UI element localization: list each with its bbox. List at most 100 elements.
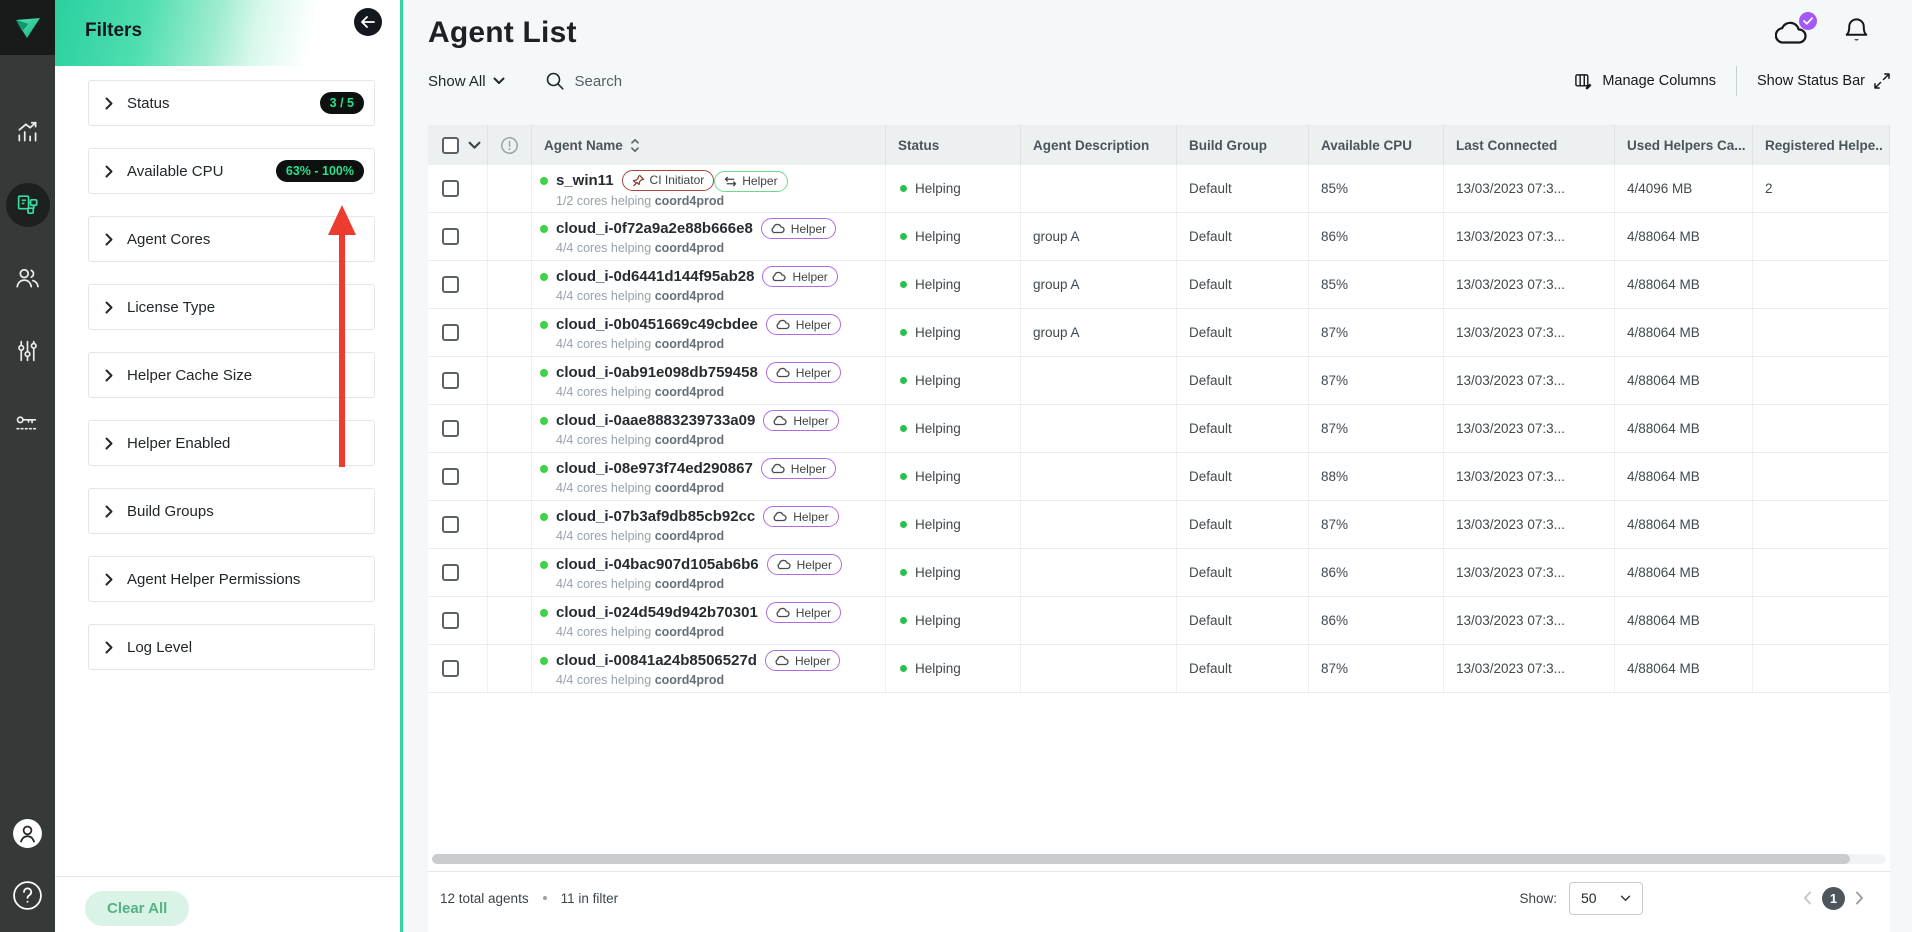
available-cpu-cell: 87% bbox=[1309, 309, 1444, 356]
agent-name-link[interactable]: cloud_i-0aae8883239733a09 bbox=[556, 412, 755, 429]
agent-name-link[interactable]: cloud_i-08e973f74ed290867 bbox=[556, 460, 753, 477]
agent-table: Agent NameStatusAgent DescriptionBuild G… bbox=[428, 125, 1890, 932]
row-checkbox[interactable] bbox=[442, 372, 459, 389]
select-all-checkbox[interactable] bbox=[442, 137, 459, 154]
nav-analytics-icon[interactable] bbox=[0, 95, 55, 168]
used-helpers-cell: 4/88064 MB bbox=[1615, 357, 1753, 404]
table-footer: 12 total agents 11 in filter Show: 50 1 bbox=[428, 871, 1890, 932]
selection-menu-chevron-icon[interactable] bbox=[468, 141, 481, 150]
agent-name-link[interactable]: s_win11 bbox=[556, 172, 614, 189]
column-header-agent-description[interactable]: Agent Description bbox=[1021, 125, 1177, 165]
agent-name-link[interactable]: cloud_i-0ab91e098db759458 bbox=[556, 364, 758, 381]
row-checkbox[interactable] bbox=[442, 228, 459, 245]
column-header-agent-name[interactable]: Agent Name bbox=[532, 125, 886, 165]
clear-all-button[interactable]: Clear All bbox=[85, 891, 189, 926]
scrollbar-thumb[interactable] bbox=[432, 854, 1850, 864]
agent-badges: Helper bbox=[761, 458, 836, 479]
user-avatar[interactable] bbox=[12, 818, 43, 854]
filter-status[interactable]: Status3 / 5 bbox=[88, 80, 375, 126]
row-checkbox[interactable] bbox=[442, 180, 459, 197]
filter-agent-helper-permissions[interactable]: Agent Helper Permissions bbox=[88, 556, 375, 602]
column-label: Used Helpers Ca... bbox=[1627, 138, 1746, 153]
chevron-right-icon bbox=[105, 165, 113, 178]
agent-name-link[interactable]: cloud_i-024d549d942b70301 bbox=[556, 604, 758, 621]
cloud-icon bbox=[776, 367, 791, 378]
filter-agent-cores[interactable]: Agent Cores bbox=[88, 216, 375, 262]
column-header-status[interactable]: Status bbox=[886, 125, 1021, 165]
row-checkbox[interactable] bbox=[442, 564, 459, 581]
row-alert-cell bbox=[488, 261, 532, 308]
help-icon[interactable] bbox=[12, 880, 43, 916]
badge-label: CI Initiator bbox=[650, 173, 705, 187]
helper-badge: Helper bbox=[761, 458, 836, 479]
nav-settings-icon[interactable] bbox=[0, 314, 55, 387]
row-checkbox[interactable] bbox=[442, 660, 459, 677]
column-header-registered-helpe[interactable]: Registered Helpe.. bbox=[1753, 125, 1890, 165]
row-alert-cell bbox=[488, 405, 532, 452]
agent-name-cell: cloud_i-0d6441d144f95ab28 Helper 4/4 cor… bbox=[532, 261, 886, 308]
agent-badges: Helper bbox=[763, 410, 838, 431]
manage-columns-button[interactable]: Manage Columns bbox=[1574, 72, 1716, 91]
agent-badges: Helper bbox=[767, 554, 842, 575]
search-input[interactable]: Search bbox=[545, 71, 623, 91]
agent-name-link[interactable]: cloud_i-0f72a9a2e88b666e8 bbox=[556, 220, 753, 237]
page-size-select[interactable]: 50 bbox=[1569, 882, 1643, 915]
notifications-bell-icon[interactable] bbox=[1843, 16, 1870, 50]
sort-icon[interactable] bbox=[630, 137, 640, 154]
show-all-dropdown[interactable]: Show All bbox=[428, 73, 505, 90]
filter-build-groups[interactable]: Build Groups bbox=[88, 488, 375, 534]
filter-log-level[interactable]: Log Level bbox=[88, 624, 375, 670]
rail-bottom bbox=[12, 818, 43, 932]
filter-helper-enabled[interactable]: Helper Enabled bbox=[88, 420, 375, 466]
filter-label: Helper Cache Size bbox=[127, 367, 252, 384]
last-connected-cell: 13/03/2023 07:3... bbox=[1444, 645, 1615, 692]
row-checkbox[interactable] bbox=[442, 516, 459, 533]
previous-page-button[interactable] bbox=[1803, 891, 1812, 905]
chevron-right-icon bbox=[105, 233, 113, 246]
pagination-area: Show: 50 1 bbox=[1519, 882, 1864, 915]
cloud-status-icon[interactable] bbox=[1775, 18, 1813, 48]
column-header-used-helpers-ca[interactable]: Used Helpers Ca... bbox=[1615, 125, 1753, 165]
last-connected-cell: 13/03/2023 07:3... bbox=[1444, 261, 1615, 308]
helping-subtext: 1/2 cores helping coord4prod bbox=[556, 194, 724, 208]
nav-agents-icon[interactable] bbox=[0, 168, 55, 241]
column-label: Registered Helpe.. bbox=[1765, 138, 1883, 153]
agent-name-link[interactable]: cloud_i-0d6441d144f95ab28 bbox=[556, 268, 754, 285]
agent-name-link[interactable]: cloud_i-00841a24b8506527d bbox=[556, 652, 757, 669]
agent-name-link[interactable]: cloud_i-0b0451669c49cbdee bbox=[556, 316, 758, 333]
agent-name-link[interactable]: cloud_i-04bac907d105ab6b6 bbox=[556, 556, 759, 573]
table-row: cloud_i-0ab91e098db759458 Helper 4/4 cor… bbox=[428, 357, 1890, 405]
available-cpu-cell: 86% bbox=[1309, 549, 1444, 596]
cloud-icon bbox=[772, 271, 787, 282]
column-header-build-group[interactable]: Build Group bbox=[1177, 125, 1309, 165]
filter-available-cpu[interactable]: Available CPU63% - 100% bbox=[88, 148, 375, 194]
filter-license-type[interactable]: License Type bbox=[88, 284, 375, 330]
nav-licenses-icon[interactable] bbox=[0, 387, 55, 460]
row-checkbox[interactable] bbox=[442, 324, 459, 341]
row-checkbox[interactable] bbox=[442, 276, 459, 293]
row-checkbox[interactable] bbox=[442, 468, 459, 485]
build-group-cell: Default bbox=[1177, 165, 1309, 212]
nav-users-icon[interactable] bbox=[0, 241, 55, 314]
filter-helper-cache-size[interactable]: Helper Cache Size bbox=[88, 352, 375, 398]
column-header-last-connected[interactable]: Last Connected bbox=[1444, 125, 1615, 165]
chevron-right-icon bbox=[105, 505, 113, 518]
used-helpers-cell: 4/88064 MB bbox=[1615, 261, 1753, 308]
show-status-bar-button[interactable]: Show Status Bar bbox=[1757, 73, 1890, 89]
filter-label: Agent Cores bbox=[127, 231, 210, 248]
main-header: Agent List bbox=[403, 0, 1912, 50]
collapse-filters-button[interactable] bbox=[354, 8, 382, 36]
filter-label: License Type bbox=[127, 299, 215, 316]
current-page-button[interactable]: 1 bbox=[1822, 887, 1845, 910]
next-page-button[interactable] bbox=[1855, 891, 1864, 905]
row-checkbox[interactable] bbox=[442, 420, 459, 437]
online-status-dot bbox=[540, 177, 548, 185]
agent-name-link[interactable]: cloud_i-07b3af9db85cb92cc bbox=[556, 508, 755, 525]
row-checkbox[interactable] bbox=[442, 612, 459, 629]
registered-helpers-cell: 2 bbox=[1753, 165, 1890, 212]
available-cpu-cell: 85% bbox=[1309, 261, 1444, 308]
helping-status-dot bbox=[900, 377, 907, 384]
registered-helpers-cell bbox=[1753, 597, 1890, 644]
column-header-available-cpu[interactable]: Available CPU bbox=[1309, 125, 1444, 165]
app-logo[interactable] bbox=[0, 0, 55, 55]
